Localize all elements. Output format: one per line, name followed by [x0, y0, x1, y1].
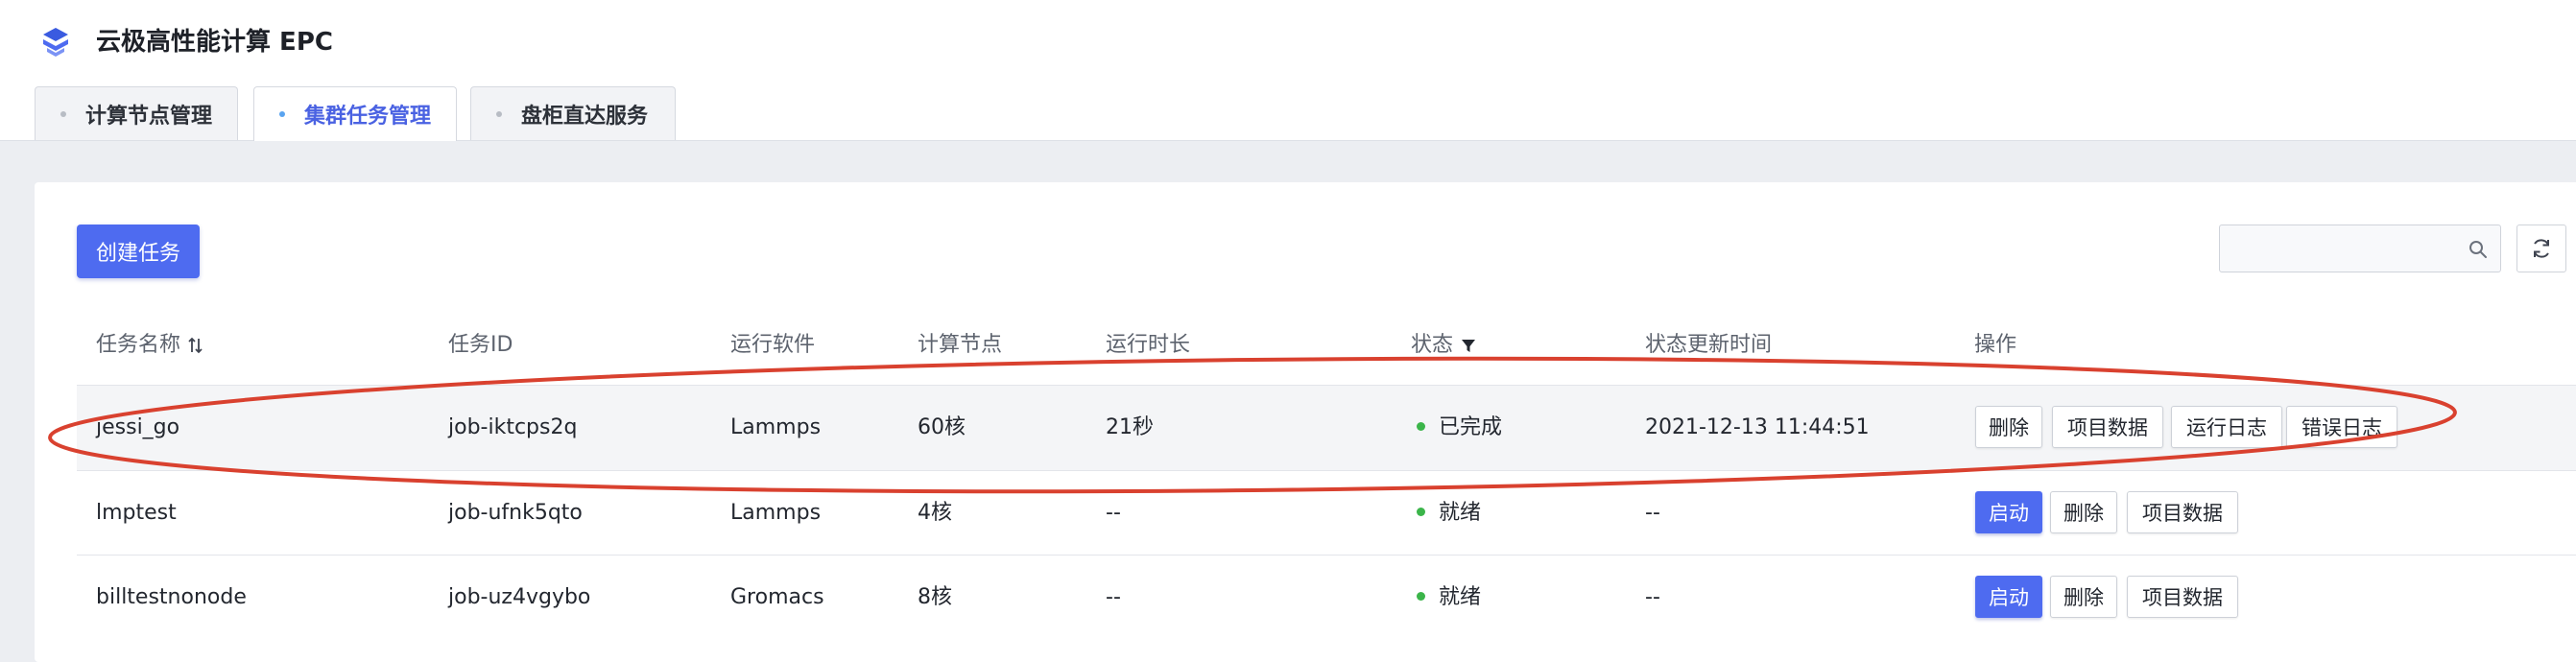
run-log-button[interactable]: 运行日志 [2171, 406, 2282, 448]
search-icon[interactable] [2468, 239, 2489, 260]
delete-button[interactable]: 删除 [2050, 576, 2117, 618]
create-job-button[interactable]: 创建任务 [77, 225, 200, 278]
job-nodes: 4核 [918, 501, 952, 525]
column-header-duration: 运行时长 [1106, 333, 1191, 357]
tab-label: 集群任务管理 [304, 105, 432, 129]
job-updated-time: 2021-12-13 11:44:51 [1645, 415, 1870, 439]
table-row: jessi_go job-iktcps2q Lammps 60核 21秒 已完成… [77, 385, 2576, 470]
column-header-updated: 状态更新时间 [1645, 333, 1773, 357]
column-header-status[interactable]: 状态 [1411, 330, 1477, 361]
refresh-icon [2534, 239, 2549, 258]
header-label: 任务名称 [96, 333, 181, 357]
app-title: 云极高性能计算 EPC [96, 28, 333, 57]
start-button[interactable]: 启动 [1975, 576, 2042, 618]
error-log-button[interactable]: 错误日志 [2286, 406, 2397, 448]
column-header-nodes: 计算节点 [918, 333, 1003, 357]
tab-cluster-jobs[interactable]: 集群任务管理 [253, 86, 457, 141]
job-nodes: 60核 [918, 415, 966, 439]
job-id: job-iktcps2q [448, 415, 578, 439]
status-badge: 就绪 [1417, 471, 1481, 556]
job-nodes: 8核 [918, 585, 952, 609]
tab-storage-direct[interactable]: 盘柜直达服务 [470, 86, 676, 140]
job-id: job-ufnk5qto [448, 501, 583, 525]
job-id: job-uz4vgybo [448, 585, 591, 609]
sort-icon[interactable] [187, 336, 204, 355]
project-data-button[interactable]: 项目数据 [2127, 576, 2238, 618]
project-data-button[interactable]: 项目数据 [2052, 406, 2163, 448]
job-name: jessi_go [96, 415, 180, 439]
tab-label: 计算节点管理 [85, 104, 213, 129]
status-dot-icon [1417, 507, 1425, 516]
job-updated-time: -- [1645, 501, 1660, 525]
tab-dot-icon [279, 111, 285, 117]
app-logo-icon [43, 28, 68, 57]
status-badge: 就绪 [1417, 556, 1481, 640]
job-software: Gromacs [730, 585, 824, 609]
header-label: 状态 [1411, 333, 1454, 357]
job-duration: 21秒 [1106, 415, 1154, 439]
job-software: Lammps [730, 501, 822, 525]
project-data-button[interactable]: 项目数据 [2127, 491, 2238, 533]
tab-dot-icon [496, 111, 502, 117]
column-header-id: 任务ID [448, 333, 513, 357]
status-dot-icon [1417, 421, 1425, 431]
table-row: billtestnonode job-uz4vgybo Gromacs 8核 -… [77, 555, 2576, 640]
start-button[interactable]: 启动 [1975, 491, 2042, 533]
job-name: billtestnonode [96, 585, 247, 609]
tab-label: 盘柜直达服务 [521, 104, 649, 129]
job-updated-time: -- [1645, 585, 1660, 609]
status-badge: 已完成 [1417, 386, 1502, 470]
search-input[interactable] [2230, 233, 2454, 266]
column-header-name[interactable]: 任务名称 [96, 330, 204, 361]
refresh-button[interactable] [2516, 225, 2566, 272]
status-dot-icon [1417, 591, 1425, 601]
top-bar: 云极高性能计算 EPC 计算节点管理 集群任务管理 盘柜直达服务 [0, 0, 2576, 141]
column-header-actions: 操作 [1974, 333, 2017, 357]
filter-icon[interactable] [1460, 337, 1477, 354]
tab-compute-nodes[interactable]: 计算节点管理 [35, 86, 238, 140]
job-software: Lammps [730, 415, 822, 439]
job-name: lmptest [96, 501, 177, 525]
delete-button[interactable]: 删除 [2050, 491, 2117, 533]
tab-dot-icon [60, 111, 66, 117]
status-text: 就绪 [1439, 585, 1482, 609]
table-row: lmptest job-ufnk5qto Lammps 4核 -- 就绪 -- … [77, 470, 2576, 556]
column-header-software: 运行软件 [730, 333, 816, 357]
delete-button[interactable]: 删除 [1975, 406, 2042, 448]
search-box [2219, 225, 2501, 272]
job-duration: -- [1106, 501, 1121, 525]
job-duration: -- [1106, 585, 1121, 609]
status-text: 已完成 [1439, 415, 1503, 439]
status-text: 就绪 [1439, 501, 1482, 525]
